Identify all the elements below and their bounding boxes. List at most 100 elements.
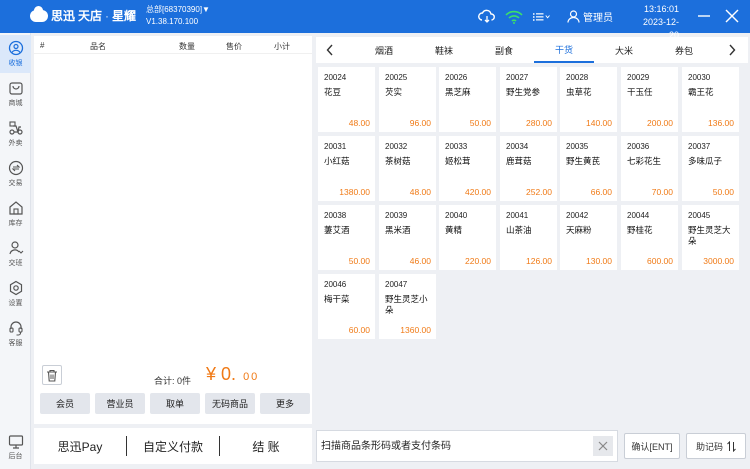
sidebar-item-takeout[interactable]: 外卖: [0, 115, 31, 153]
more-button[interactable]: 更多: [260, 393, 310, 414]
product-code: 20031: [324, 142, 347, 151]
sidebar-item-transaction[interactable]: 交易: [0, 155, 31, 193]
mnemonic-code-button[interactable]: 助记码: [686, 433, 746, 459]
wifi-icon: [505, 8, 523, 26]
product-card[interactable]: 20033 姬松茸 420.00: [439, 136, 496, 201]
sidebar-item-cashier[interactable]: 收银: [0, 35, 31, 73]
confirm-button[interactable]: 确认[ENT]: [624, 433, 680, 459]
product-code: 20034: [506, 142, 529, 151]
support-icon: [8, 321, 23, 336]
sidebar-item-inventory[interactable]: 库存: [0, 195, 31, 233]
category-tab[interactable]: 鞋袜: [414, 37, 474, 63]
product-price: 126.00: [526, 256, 552, 266]
product-name: 虫草花: [566, 87, 592, 97]
menu-list-icon[interactable]: [533, 8, 551, 26]
product-card[interactable]: 20044 野桂花 600.00: [621, 205, 678, 270]
product-price: 1360.00: [400, 325, 431, 335]
cart-actions: 会员 营业员 取单 无码商品 更多: [40, 393, 310, 414]
sidebar-item-label: 收银: [8, 60, 23, 67]
product-name: 梅干菜: [324, 294, 350, 304]
sidebar-item-label: 设置: [8, 300, 23, 307]
product-price: 60.00: [348, 325, 370, 335]
sidebar-item-settings[interactable]: 设置: [0, 275, 31, 313]
mall-icon: [8, 82, 23, 95]
product-card[interactable]: 20041 山茶油 126.00: [500, 205, 557, 270]
product-card[interactable]: 20025 芡实 96.00: [379, 67, 436, 132]
category-tab[interactable]: 副食: [474, 37, 534, 63]
product-card[interactable]: 20036 七彩花生 70.00: [621, 136, 678, 201]
product-name: 小红菇: [324, 156, 350, 166]
product-card[interactable]: 20032 茶树菇 48.00: [379, 136, 436, 201]
member-button[interactable]: 会员: [40, 393, 90, 414]
currency-symbol: ¥: [206, 364, 217, 384]
transaction-icon: [8, 160, 23, 176]
sidebar-item-support[interactable]: 客服: [0, 315, 31, 353]
store-info[interactable]: 总部[68370390]▼ V1.38.170.100: [146, 4, 210, 28]
sixun-pay-button[interactable]: 思迅Pay: [34, 438, 126, 455]
product-code: 20038: [324, 211, 347, 220]
total-amount: ¥ 0. 00: [206, 364, 259, 385]
product-card[interactable]: 20035 野生黄芪 66.00: [560, 136, 617, 201]
brand-name: 思迅: [51, 9, 76, 23]
product-name: 萋艾酒: [324, 225, 350, 235]
product-code: 20042: [566, 211, 589, 220]
cloud-logo-icon: [30, 5, 48, 22]
clear-input-button[interactable]: [593, 436, 613, 456]
product-card[interactable]: 20034 鹿茸菇 252.00: [500, 136, 557, 201]
category-tab[interactable]: 大米: [594, 37, 654, 63]
edition-name: 星耀: [112, 9, 137, 23]
product-card[interactable]: 20039 黑米酒 46.00: [379, 205, 436, 270]
barcode-input[interactable]: [321, 437, 586, 455]
store-selector[interactable]: 总部[68370390]▼: [146, 4, 210, 16]
product-price: 200.00: [647, 118, 673, 128]
category-tab[interactable]: 烟酒: [354, 37, 414, 63]
product-code: 20025: [385, 73, 408, 82]
product-card[interactable]: 20030 霸王花 136.00: [682, 67, 739, 132]
product-card[interactable]: 20040 黄精 220.00: [439, 205, 496, 270]
close-button[interactable]: [724, 8, 740, 24]
payment-bar: 思迅Pay 自定义付款 结 账: [34, 428, 312, 464]
version-label: V1.38.170.100: [146, 17, 199, 26]
product-card[interactable]: 20045 野生灵芝大朵 3000.00: [682, 205, 739, 270]
product-card[interactable]: 20046 梅干菜 60.00: [318, 274, 375, 339]
cloud-sync-icon[interactable]: [478, 7, 496, 25]
user-icon: [567, 10, 580, 23]
product-name: 鹿茸菇: [506, 156, 532, 166]
product-card[interactable]: 20037 多味瓜子 50.00: [682, 136, 739, 201]
sidebar-item-backstage[interactable]: 后台: [0, 430, 31, 466]
product-card[interactable]: 20024 花豆 48.00: [318, 67, 375, 132]
checkout-button[interactable]: 结 账: [220, 438, 312, 455]
product-name: 霸王花: [688, 87, 714, 97]
no-barcode-item-button[interactable]: 无码商品: [205, 393, 255, 414]
retrieve-order-button[interactable]: 取单: [150, 393, 200, 414]
product-card[interactable]: 20028 虫草花 140.00: [560, 67, 617, 132]
custom-payment-button[interactable]: 自定义付款: [127, 438, 219, 455]
salesperson-button[interactable]: 营业员: [95, 393, 145, 414]
product-card[interactable]: 20042 天麻粉 130.00: [560, 205, 617, 270]
product-card[interactable]: 20038 萋艾酒 50.00: [318, 205, 375, 270]
product-name: 天麻粉: [566, 225, 592, 235]
product-price: 70.00: [651, 187, 673, 197]
minimize-button[interactable]: [696, 8, 712, 24]
product-card[interactable]: 20027 野生党参 280.00: [500, 67, 557, 132]
product-name: 干玉任: [627, 87, 653, 97]
column-subtotal: 小计: [274, 42, 290, 51]
product-price: 136.00: [708, 118, 734, 128]
category-tab-active[interactable]: 干货: [534, 37, 594, 63]
product-price: 46.00: [409, 256, 431, 266]
product-name: 野生党参: [506, 87, 541, 97]
product-card[interactable]: 20029 干玉任 200.00: [621, 67, 678, 132]
product-card[interactable]: 20031 小红菇 1380.00: [318, 136, 375, 201]
clear-cart-button[interactable]: [42, 365, 62, 385]
product-card[interactable]: 20047 野生灵芝小朵 1360.00: [379, 274, 436, 339]
category-prev-button[interactable]: [316, 37, 344, 63]
product-card[interactable]: 20026 黑芝麻 50.00: [439, 67, 496, 132]
sidebar-item-mall[interactable]: 商城: [0, 75, 31, 113]
sidebar-item-shift[interactable]: 交班: [0, 235, 31, 273]
category-tab[interactable]: 券包: [654, 37, 714, 63]
cart-table-header: # 品名 数量 售价 小计: [34, 36, 312, 54]
product-code: 20044: [627, 211, 650, 220]
user-menu[interactable]: 管理员: [567, 9, 613, 24]
product-price: 50.00: [469, 118, 491, 128]
category-next-button[interactable]: [718, 37, 746, 63]
